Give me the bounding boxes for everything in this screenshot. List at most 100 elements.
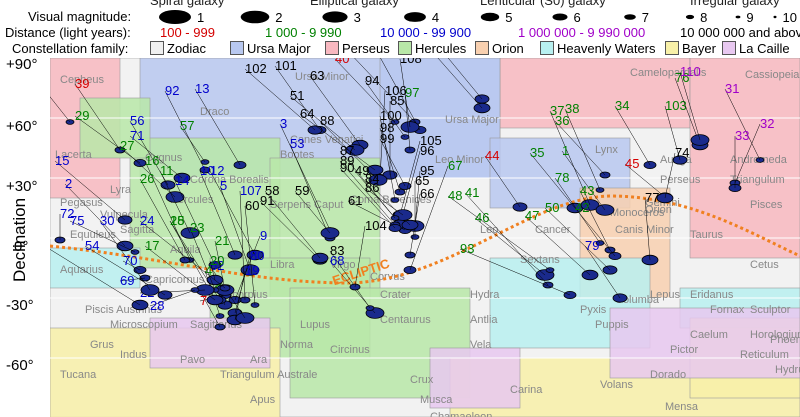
constellation-triangulum-australe: Triangulum Australe [220, 369, 317, 381]
messier-70-label: 70 [123, 253, 137, 268]
sky-map: CepheusDracoUrsa Minor CamelopardalisUrsa… [50, 58, 800, 417]
messier-18-label: 18 [170, 213, 184, 228]
messier-97-label: 97 [405, 85, 419, 100]
family-la-caille: La Caille [722, 41, 790, 57]
messier-11-label: 11 [160, 163, 174, 178]
hercules-swatch [398, 41, 412, 55]
magnitude-swatch-6 [552, 13, 568, 21]
constellation-perseus: Perseus [660, 174, 701, 186]
magnitude-swatch-5 [480, 12, 500, 22]
constellation-dorado: Dorado [650, 369, 686, 381]
messier-61-label: 61 [348, 193, 362, 208]
messier-40-label: 40 [335, 58, 349, 66]
messier-20-label: 20 [210, 253, 224, 268]
messier-108-label: 108 [400, 58, 422, 66]
messier-21-label: 21 [215, 233, 229, 248]
constellation-grus: Grus [90, 339, 114, 351]
constellation-hydra: Hydra [470, 289, 500, 301]
messier-34-label: 34 [615, 98, 629, 113]
messier-85-label: 85 [390, 93, 404, 108]
messier-32-label: 32 [760, 116, 774, 131]
messier-96-label: 96 [420, 143, 434, 158]
messier-78-label: 78 [555, 170, 569, 185]
heavenly-waters-swatch [540, 41, 554, 55]
messier-13-label: 13 [195, 81, 209, 96]
messier-51-label: 51 [290, 88, 304, 103]
family-label: Constellation family: [12, 41, 129, 56]
messier-74-label: 74 [675, 145, 689, 160]
messier-24-label: 24 [140, 213, 154, 228]
messier-5-label: 5 [220, 178, 227, 193]
magnitude-value-1: 1 [197, 10, 204, 25]
magnitude-swatch-9 [735, 15, 741, 19]
family-perseus: Perseus [325, 41, 390, 57]
family-orion: Orion [475, 41, 524, 57]
magnitude-scale: 1 2 3 4 5 6 7 8 9 10 [159, 10, 797, 25]
family-hercules: Hercules [398, 41, 466, 57]
constellation-ursa-major: Ursa Major [445, 114, 499, 126]
messier-23-label: 23 [190, 220, 204, 235]
messier-50-label: 50 [545, 200, 559, 215]
distance-range-5: 10 000 000 and above [680, 25, 800, 40]
family-zodiac: Zodiac [150, 41, 206, 57]
magnitude-swatch-1 [159, 10, 191, 24]
messier-79-label: 79 [585, 238, 599, 253]
constellation-microscopium: Microscopium [110, 319, 178, 331]
family-heavenly-waters: Heavenly Waters [540, 41, 656, 57]
messier-28-label: 28 [150, 298, 164, 313]
messier-1-label: 1 [562, 143, 569, 158]
messier-83-label: 83 [330, 243, 344, 258]
magnitude-swatch-4 [404, 12, 426, 22]
messier-15-label: 15 [55, 153, 69, 168]
constellation-norma: Norma [280, 339, 314, 351]
irregular-label: Irregular galaxy [690, 0, 780, 8]
constellation-lyra: Lyra [110, 184, 132, 196]
messier-56-label: 56 [130, 113, 144, 128]
y-tick-plus60: +60° [6, 118, 38, 135]
lenticular-label: Lenticular (S0) galaxy [480, 0, 606, 8]
messier-26-label: 26 [140, 171, 154, 186]
messier-39-label: 39 [75, 76, 89, 91]
la-caille-swatch [722, 41, 736, 55]
family-bayer: Bayer [665, 41, 716, 57]
constellation-sculptor: Sculptor [750, 304, 791, 316]
constellation-pictor: Pictor [670, 344, 698, 356]
perseus-swatch [325, 41, 339, 55]
y-tick-0: 0° [14, 238, 29, 255]
messier-45-label: 45 [625, 156, 639, 171]
constellation-pavo: Pavo [180, 354, 205, 366]
orion-swatch [475, 41, 489, 55]
messier-60-label: 60 [245, 198, 259, 213]
constellation-caelum: Caelum [690, 329, 728, 341]
constellation-canis-minor: Canis Minor [615, 224, 674, 236]
constellation-pyxis: Pyxis [580, 304, 607, 316]
magnitude-value-10: 10 [783, 10, 797, 25]
messier-94-label: 94 [365, 73, 379, 88]
magnitude-value-8: 8 [700, 10, 707, 25]
messier-54-label: 54 [85, 238, 99, 253]
constellation-sextans: Sextans [520, 254, 560, 266]
messier-57-label: 57 [180, 118, 194, 133]
constellation-cetus: Cetus [750, 259, 779, 271]
constellation-monoceros: Monoceros [610, 207, 665, 219]
messier-104-label: 104 [365, 218, 387, 233]
messier-102-label: 102 [245, 61, 267, 76]
constellation-draco: Draco [200, 106, 229, 118]
y-tick-minus30: -30° [6, 297, 34, 314]
distance-range-1: 100 - 999 [160, 25, 215, 40]
messier-48-label: 48 [448, 188, 462, 203]
magnitude-value-2: 2 [275, 10, 282, 25]
messier-42-label: 42 [575, 200, 589, 215]
distance-range-2: 1 000 - 9 990 [265, 25, 342, 40]
messier-107-label: 107 [240, 183, 262, 198]
magnitude-swatch-8 [685, 14, 695, 20]
constellation-centaurus: Centaurus [380, 314, 431, 326]
constellation-antlia: Antlia [470, 314, 498, 326]
messier-31-label: 31 [725, 81, 739, 96]
constellation-libra: Libra [270, 259, 295, 271]
bayer-swatch [665, 41, 679, 55]
messier-17-label: 17 [145, 238, 159, 253]
constellation-tucana: Tucana [60, 369, 97, 381]
messier-41-label: 41 [465, 185, 479, 200]
constellation-fornax: Fornax [710, 304, 745, 316]
